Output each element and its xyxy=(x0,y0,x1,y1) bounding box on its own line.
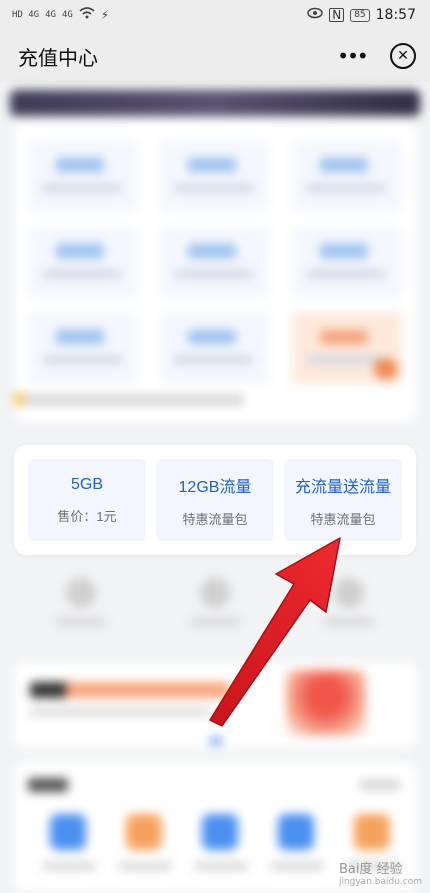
recharge-option[interactable] xyxy=(292,140,402,212)
recharge-option[interactable] xyxy=(28,312,138,384)
title-bar: 充值中心 ••• ✕ xyxy=(0,30,430,82)
package-option-bonus-data[interactable]: 充流量送流量 特惠流量包 xyxy=(284,459,402,541)
package-title: 5GB xyxy=(70,475,103,493)
service-icon[interactable] xyxy=(334,578,364,608)
section-title xyxy=(28,778,68,792)
service-icon[interactable] xyxy=(354,814,390,850)
watermark-text: Bai度 经验 xyxy=(338,862,403,877)
nfc-icon: N xyxy=(329,8,345,22)
signal-icon: 4G xyxy=(61,10,73,20)
service-label xyxy=(194,862,248,870)
close-button[interactable]: ✕ xyxy=(390,43,416,69)
eye-icon xyxy=(307,7,323,23)
service-label xyxy=(270,862,324,870)
more-button[interactable]: ••• xyxy=(328,41,376,71)
wifi-icon xyxy=(79,7,95,23)
battery-icon: 85 xyxy=(350,8,370,22)
recharge-option[interactable] xyxy=(292,312,402,384)
miniprogram-capsule: ••• ✕ xyxy=(328,41,416,71)
package-subtitle: 特惠流量包 xyxy=(310,511,376,527)
package-subtitle: 售价：1元 xyxy=(57,508,117,524)
service-label xyxy=(56,618,106,626)
promo-banner[interactable] xyxy=(14,662,416,748)
service-icon[interactable] xyxy=(278,814,314,850)
status-time: 18:57 xyxy=(375,7,416,23)
data-package-card: 5GB 售价：1元 12GB流量 特惠流量包 充流量送流量 特惠流量包 xyxy=(14,445,416,555)
watermark: Bai度 经验 jingyan.baidu.com xyxy=(339,858,422,887)
page-title: 充值中心 xyxy=(18,45,98,70)
service-row xyxy=(14,560,416,650)
recharge-grid-card xyxy=(14,122,416,422)
service-icon[interactable] xyxy=(50,814,86,850)
package-option-5gb[interactable]: 5GB 售价：1元 xyxy=(28,459,146,541)
service-label xyxy=(324,618,374,626)
signal-icon: HD 4G xyxy=(12,10,40,20)
recharge-option[interactable] xyxy=(28,140,138,212)
status-bar: HD 4G 4G 4G ⚡ N 85 18:57 xyxy=(0,0,430,30)
service-label xyxy=(42,862,96,870)
recharge-option[interactable] xyxy=(292,226,402,298)
service-icon[interactable] xyxy=(202,814,238,850)
recharge-option[interactable] xyxy=(160,140,270,212)
gift-icon xyxy=(286,670,366,736)
page-content: 5GB 售价：1元 12GB流量 特惠流量包 充流量送流量 特惠流量包 xyxy=(0,82,430,893)
notice-text xyxy=(24,394,244,406)
package-title: 12GB流量 xyxy=(178,478,252,496)
package-title: 充流量送流量 xyxy=(294,478,391,496)
service-icon[interactable] xyxy=(200,578,230,608)
top-banner[interactable] xyxy=(10,90,420,116)
service-label xyxy=(190,618,240,626)
more-link[interactable] xyxy=(360,780,400,790)
package-subtitle: 特惠流量包 xyxy=(182,511,248,527)
recharge-option[interactable] xyxy=(28,226,138,298)
service-icon[interactable] xyxy=(66,578,96,608)
service-icon[interactable] xyxy=(126,814,162,850)
recharge-option[interactable] xyxy=(160,226,270,298)
service-label xyxy=(118,862,172,870)
recharge-option[interactable] xyxy=(160,312,270,384)
carousel-indicator xyxy=(210,738,222,744)
signal-icon: 4G xyxy=(45,10,56,20)
package-option-12gb[interactable]: 12GB流量 特惠流量包 xyxy=(156,459,274,541)
data-saver-icon: ⚡ xyxy=(100,8,110,22)
watermark-subtext: jingyan.baidu.com xyxy=(338,877,422,887)
